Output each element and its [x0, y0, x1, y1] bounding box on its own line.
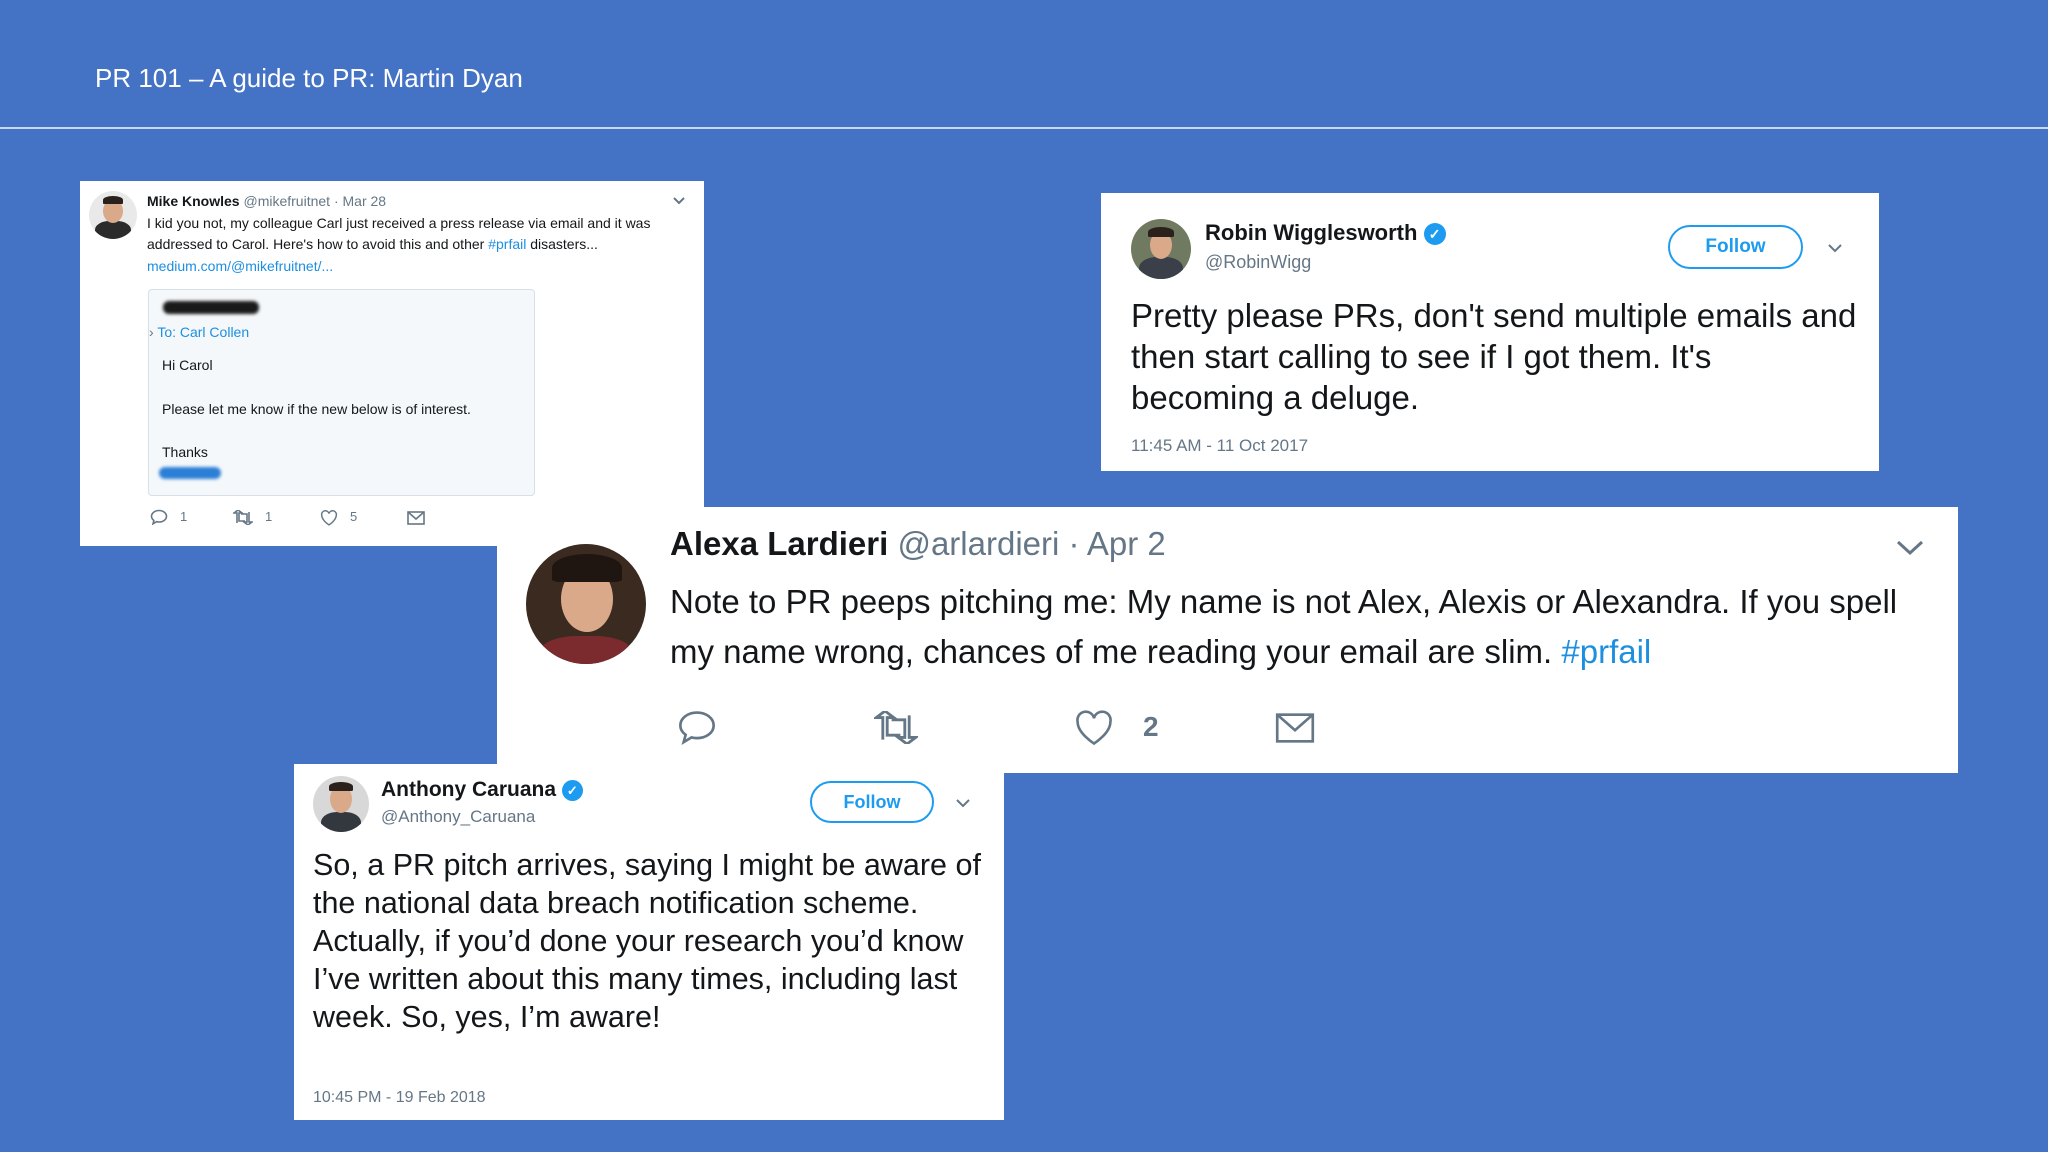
- author-handle[interactable]: @Anthony_Caruana: [381, 807, 535, 827]
- avatar[interactable]: [313, 776, 369, 832]
- author-handle[interactable]: @arlardieri: [897, 525, 1059, 562]
- author-header: Alexa Lardieri @arlardieri · Apr 2: [670, 525, 1166, 563]
- tweet-timestamp[interactable]: 10:45 PM - 19 Feb 2018: [313, 1089, 486, 1107]
- tweet-text: I kid you not, my colleague Carl just re…: [147, 213, 693, 256]
- author-header: Anthony Caruana ✓: [381, 778, 583, 802]
- author-name[interactable]: Alexa Lardieri: [670, 525, 888, 562]
- like-count: 5: [350, 509, 358, 524]
- email-recipient: To: Carl Collen: [157, 324, 250, 340]
- chevron-down-icon[interactable]: [1895, 539, 1925, 557]
- tweet-timestamp[interactable]: 11:45 AM - 11 Oct 2017: [1131, 436, 1308, 456]
- chevron-down-icon[interactable]: [672, 196, 686, 206]
- tweet-text-part: Note to PR peeps pitching me: My name is…: [670, 583, 1898, 670]
- chevron-down-icon[interactable]: [955, 798, 971, 809]
- tweet-date[interactable]: · Mar 28: [334, 193, 386, 209]
- tweet-text: Pretty please PRs, don't send multiple e…: [1131, 297, 1857, 416]
- heart-icon[interactable]: [1074, 710, 1114, 746]
- avatar[interactable]: [1131, 219, 1191, 279]
- email-preview-card[interactable]: › To: Carl Collen Hi Carol Please let me…: [148, 289, 535, 496]
- author-handle[interactable]: @RobinWigg: [1205, 252, 1311, 273]
- hashtag-link[interactable]: #prfail: [1561, 633, 1651, 670]
- tweet-card-alexa-lardieri: Alexa Lardieri @arlardieri · Apr 2 Note …: [497, 507, 1958, 773]
- tweet-text: So, a PR pitch arrives, saying I might b…: [313, 848, 981, 1034]
- avatar[interactable]: [526, 544, 646, 664]
- verified-badge-icon: ✓: [561, 779, 583, 801]
- reply-count: 1: [180, 509, 188, 524]
- follow-button[interactable]: Follow: [1668, 225, 1803, 269]
- chevron-down-icon[interactable]: [1827, 243, 1843, 254]
- follow-button[interactable]: Follow: [810, 781, 934, 823]
- redacted-signature: [159, 467, 221, 479]
- redacted-sender: [163, 301, 259, 314]
- title-divider: [0, 127, 2048, 129]
- chevron-right-icon: ›: [149, 324, 154, 340]
- envelope-icon[interactable]: [407, 511, 425, 525]
- reply-icon[interactable]: [150, 509, 168, 525]
- tweet-content: Mike Knowles @mikefruitnet · Mar 28 I ki…: [147, 191, 693, 277]
- author-name[interactable]: Mike Knowles: [147, 193, 240, 209]
- tweet-text-part: disasters...: [526, 236, 598, 252]
- heart-icon[interactable]: [320, 510, 338, 526]
- reply-icon[interactable]: [677, 708, 717, 746]
- email-greeting: Hi Carol: [162, 357, 213, 373]
- tweet-date[interactable]: · Apr 2: [1069, 525, 1166, 562]
- avatar[interactable]: [89, 191, 137, 239]
- tweet-card-mike-knowles: Mike Knowles @mikefruitnet · Mar 28 I ki…: [80, 181, 704, 546]
- tweet-link[interactable]: medium.com/@mikefruitnet/...: [147, 256, 693, 278]
- slide-title: PR 101 – A guide to PR: Martin Dyan: [95, 63, 523, 93]
- email-body: Please let me know if the new below is o…: [162, 401, 471, 417]
- retweet-count: 1: [265, 509, 273, 524]
- author-name[interactable]: Robin Wigglesworth: [1205, 220, 1417, 245]
- author-handle[interactable]: @mikefruitnet: [243, 193, 330, 209]
- verified-badge-icon: ✓: [1423, 223, 1446, 246]
- envelope-icon[interactable]: [1275, 712, 1315, 744]
- author-header: Robin Wigglesworth ✓: [1205, 220, 1446, 246]
- email-signoff: Thanks: [162, 444, 208, 460]
- tweet-text: Note to PR peeps pitching me: My name is…: [670, 577, 1930, 677]
- hashtag-link[interactable]: #prfail: [488, 236, 526, 252]
- like-count: 2: [1143, 711, 1159, 742]
- tweet-card-robin-wigglesworth: Robin Wigglesworth ✓ @RobinWigg Follow P…: [1101, 193, 1879, 471]
- retweet-icon[interactable]: [874, 711, 918, 744]
- tweet-card-anthony-caruana: Anthony Caruana ✓ @Anthony_Caruana Follo…: [294, 764, 1004, 1120]
- author-name[interactable]: Anthony Caruana: [381, 778, 556, 801]
- retweet-icon[interactable]: [233, 510, 253, 525]
